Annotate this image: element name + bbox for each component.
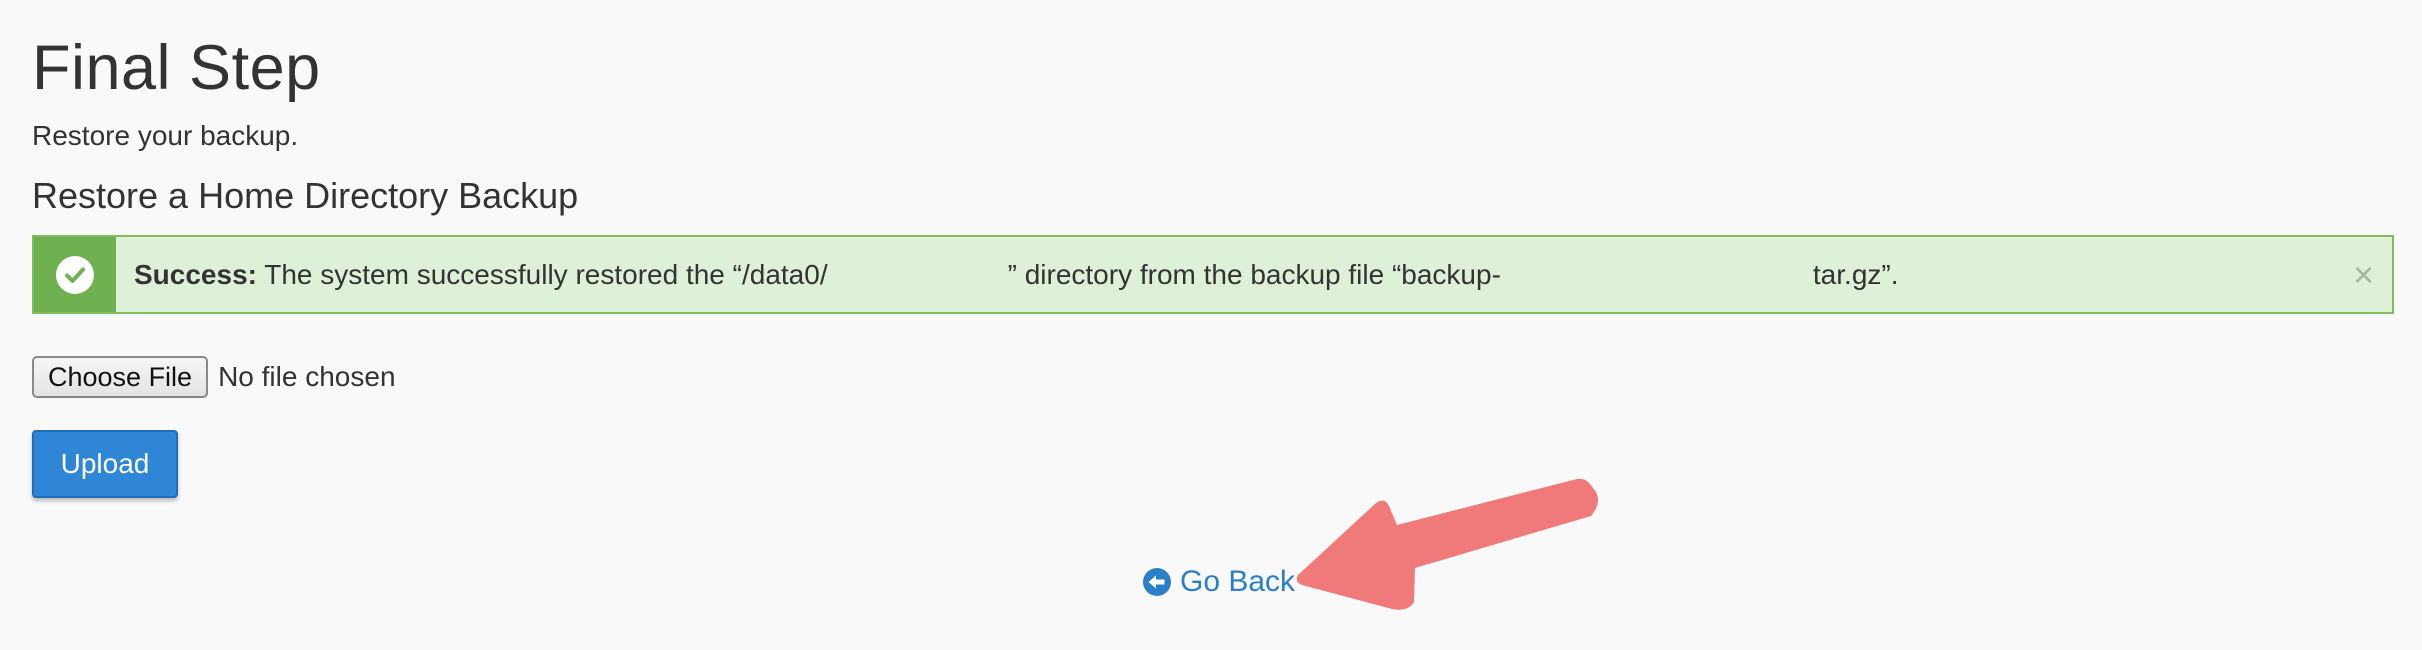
alert-text-part1: The system successfully restored the “/d…	[256, 258, 828, 290]
go-back-link[interactable]: Go Back	[1142, 565, 1295, 599]
restore-page: Final Step Restore your backup. Restore …	[0, 0, 2422, 650]
alert-text-part3: tar.gz”.	[1812, 258, 1899, 290]
page-description: Restore your backup.	[32, 120, 299, 151]
go-back-label: Go Back	[1180, 565, 1296, 598]
arrow-circle-left-icon	[1142, 567, 1172, 597]
file-input-row: Choose File No file chosen	[32, 356, 396, 398]
file-status-text: No file chosen	[218, 361, 396, 392]
close-icon[interactable]: ×	[2353, 256, 2374, 293]
upload-button[interactable]: Upload	[32, 430, 178, 498]
alert-label: Success:	[134, 258, 257, 290]
alert-message: Success: The system successfully restore…	[134, 257, 1899, 293]
section-title: Restore a Home Directory Backup	[32, 175, 579, 216]
page-title: Final Step	[32, 33, 321, 103]
check-circle-icon	[56, 255, 94, 294]
alert-icon-box	[34, 237, 116, 312]
choose-file-button[interactable]: Choose File	[32, 356, 209, 398]
pointer-arrow-icon	[1296, 478, 1599, 610]
success-alert: Success: The system successfully restore…	[32, 235, 2394, 314]
alert-text-part2: ” directory from the backup file “backup…	[1007, 258, 1501, 290]
